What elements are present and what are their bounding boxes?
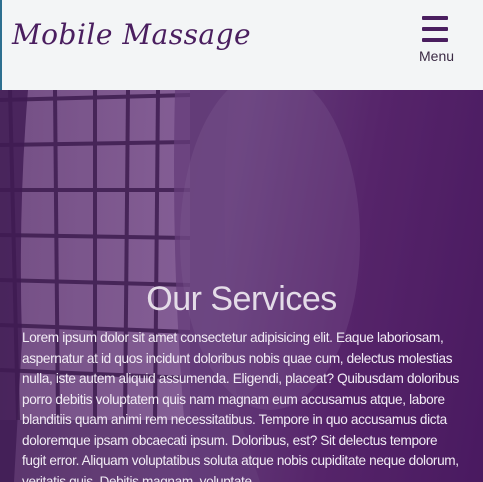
services-hero: Our Services Lorem ipsum dolor sit amet … [0, 90, 483, 482]
hamburger-icon-bar [422, 38, 448, 42]
site-logo[interactable]: Mobile Massage [12, 18, 251, 51]
site-header: Mobile Massage Menu [0, 0, 483, 90]
services-description: Lorem ipsum dolor sit amet consectetur a… [22, 330, 459, 482]
menu-label: Menu [419, 48, 455, 64]
menu-button[interactable]: Menu [419, 14, 455, 70]
hamburger-icon-bar [422, 27, 448, 31]
hamburger-icon [422, 16, 448, 20]
page-title: Our Services [146, 280, 337, 318]
